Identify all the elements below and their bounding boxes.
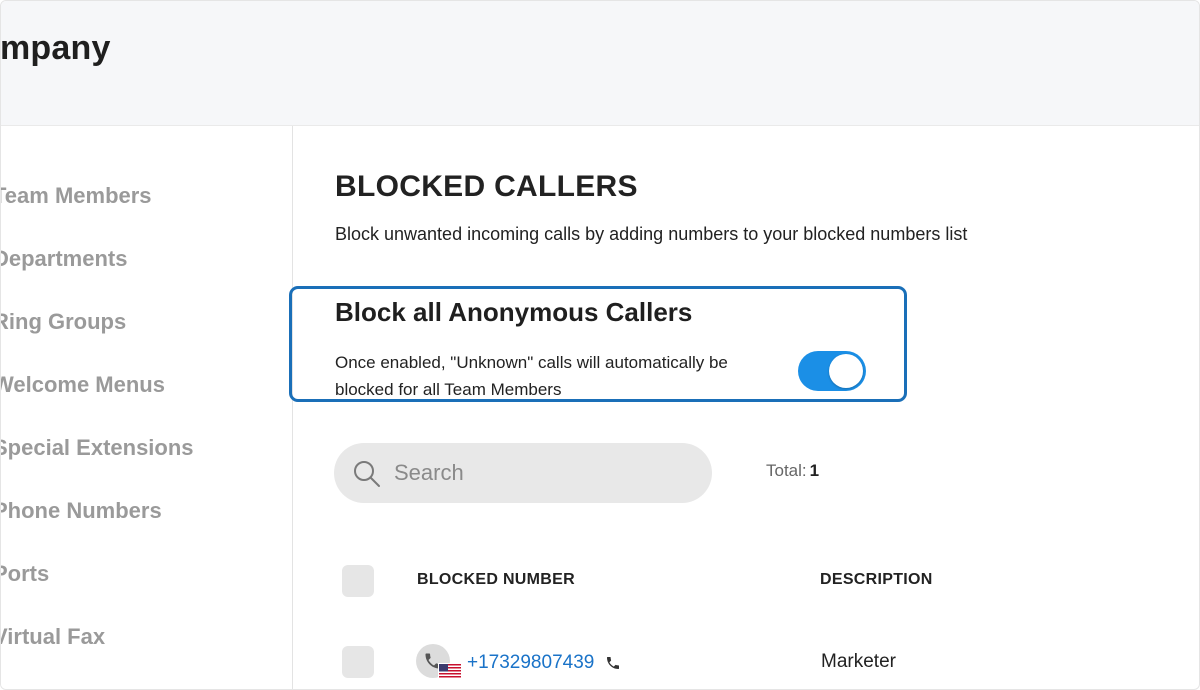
app-window: ompany Team Members Departments Ring Gro… — [0, 0, 1200, 690]
sidebar-item-team-members[interactable]: Team Members — [1, 183, 152, 209]
call-icon[interactable] — [605, 655, 621, 671]
sidebar-item-welcome-menus[interactable]: Welcome Menus — [1, 372, 165, 398]
company-title: ompany — [0, 29, 111, 67]
main-content: BLOCKED CALLERS Block unwanted incoming … — [289, 126, 1199, 689]
sidebar-item-ring-groups[interactable]: Ring Groups — [1, 309, 126, 335]
anonymous-callers-toggle[interactable] — [798, 351, 866, 391]
column-header-blocked-number[interactable]: BLOCKED NUMBER — [417, 571, 575, 589]
search-icon — [354, 461, 380, 487]
description-cell: Marketer — [821, 651, 896, 672]
select-all-checkbox[interactable] — [342, 565, 374, 597]
anonymous-callers-description: Once enabled, "Unknown" calls will autom… — [335, 353, 728, 399]
row-checkbox[interactable] — [342, 646, 374, 678]
toggle-knob — [829, 354, 863, 388]
sidebar-item-phone-numbers[interactable]: Phone Numbers — [1, 498, 162, 524]
search-input[interactable] — [394, 443, 694, 503]
column-header-description[interactable]: DESCRIPTION — [820, 571, 933, 589]
page-subtitle: Block unwanted incoming calls by adding … — [335, 224, 968, 244]
sidebar-item-ports[interactable]: Ports — [1, 561, 49, 587]
blocked-number-link[interactable]: +17329807439 — [467, 652, 594, 674]
total-value: 1 — [809, 461, 820, 480]
us-flag-icon — [438, 663, 462, 680]
total-count: Total: 1 — [766, 461, 819, 481]
sidebar: Team Members Departments Ring Groups Wel… — [1, 126, 293, 689]
page-title: BLOCKED CALLERS — [335, 170, 638, 203]
top-header: ompany — [1, 1, 1199, 126]
table-row: +17329807439 Marketer — [293, 636, 1199, 688]
anonymous-callers-panel: Block all Anonymous Callers Once enabled… — [289, 286, 907, 402]
search-box[interactable] — [334, 443, 712, 503]
anonymous-callers-title: Block all Anonymous Callers — [335, 297, 693, 327]
sidebar-item-virtual-fax[interactable]: Virtual Fax — [1, 624, 105, 650]
sidebar-item-special-extensions[interactable]: Special Extensions — [1, 435, 194, 461]
total-label: Total: — [766, 461, 807, 480]
sidebar-item-departments[interactable]: Departments — [1, 246, 127, 272]
